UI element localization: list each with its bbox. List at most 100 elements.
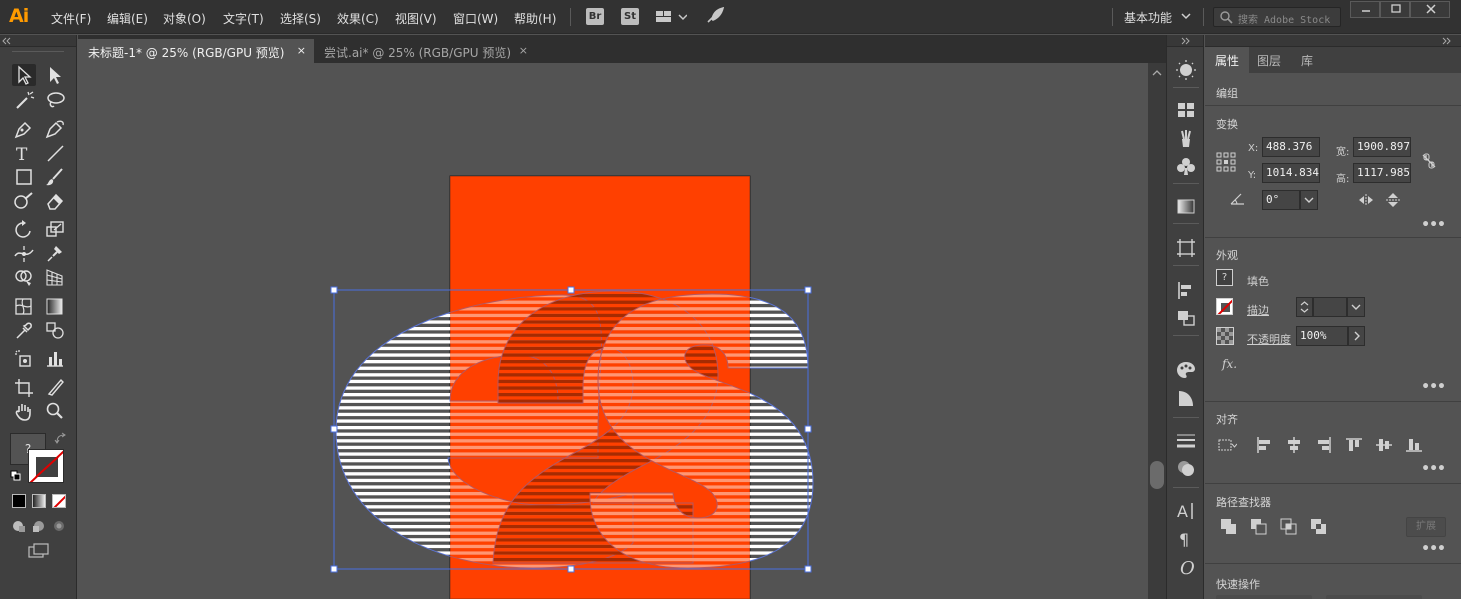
menu-type[interactable]: 文字(T) [223, 10, 264, 27]
perspective-grid-tool-icon[interactable] [43, 266, 67, 288]
stock-search-input[interactable]: 搜索 Adobe Stock [1213, 7, 1341, 27]
quick-action-button[interactable] [1326, 595, 1422, 599]
align-more-options[interactable]: ••• [1421, 461, 1446, 477]
unite-icon[interactable] [1219, 517, 1239, 537]
menu-view[interactable]: 视图(V) [395, 10, 437, 27]
tab-untitled-1[interactable]: 未标题-1* @ 25% (RGB/GPU 预览) × [78, 39, 314, 63]
reference-point-icon[interactable] [1216, 152, 1236, 175]
stroke-label[interactable]: 描边 [1247, 302, 1269, 318]
line-tool-icon[interactable] [43, 142, 67, 164]
draw-behind-icon[interactable] [31, 518, 47, 537]
align-to-selection-icon[interactable] [1217, 435, 1238, 455]
blend-tool-icon[interactable] [43, 319, 67, 341]
gradient-tool-icon[interactable] [43, 295, 67, 317]
quick-action-button[interactable] [1216, 595, 1312, 599]
menu-help[interactable]: 帮助(H) [514, 10, 556, 27]
none-mode-button[interactable] [52, 494, 66, 508]
expand-button[interactable]: 扩展 [1406, 517, 1446, 537]
zoom-tool-icon[interactable] [43, 400, 67, 422]
width-field[interactable]: 1900.897 [1353, 137, 1411, 157]
align-top-icon[interactable] [1344, 435, 1364, 455]
symbols-icon[interactable] [1174, 155, 1198, 177]
paragraph-panel-icon[interactable]: ¶ [1174, 527, 1198, 549]
stroke-weight-field[interactable] [1313, 297, 1347, 317]
eyedropper-tool-icon[interactable] [12, 319, 36, 341]
exclude-icon[interactable] [1309, 517, 1329, 537]
workspace-switcher[interactable]: 基本功能 [1124, 9, 1172, 26]
curvature-tool-icon[interactable] [43, 118, 67, 140]
opacity-field[interactable]: 100% [1296, 326, 1348, 346]
x-field[interactable]: 488.376 [1262, 137, 1320, 157]
swatches-icon[interactable] [1174, 99, 1198, 121]
draw-inside-icon[interactable] [51, 518, 67, 537]
maximize-button[interactable] [1380, 1, 1410, 18]
menu-window[interactable]: 窗口(W) [453, 10, 498, 27]
color-guide-icon[interactable] [1174, 59, 1198, 81]
fill-color-swatch[interactable]: ? [1216, 269, 1233, 286]
scrollbar-thumb[interactable] [1150, 461, 1164, 489]
align-vertical-center-icon[interactable] [1374, 435, 1394, 455]
lasso-tool-icon[interactable] [43, 89, 67, 111]
tab-attempt-ai[interactable]: 尝试.ai* @ 25% (RGB/GPU 预览) × [314, 39, 536, 63]
stroke-weight-stepper[interactable] [1296, 297, 1313, 317]
eraser-tool-icon[interactable] [43, 190, 67, 212]
shaper-tool-icon[interactable] [12, 190, 36, 212]
transform-more-options[interactable]: ••• [1421, 217, 1446, 233]
close-icon[interactable]: × [297, 44, 306, 57]
stroke-panel-icon[interactable] [1174, 429, 1198, 451]
transparency-icon[interactable] [1174, 387, 1198, 409]
effects-button[interactable]: fx. [1222, 357, 1237, 371]
intersect-icon[interactable] [1279, 517, 1299, 537]
pathfinder-panel-icon[interactable] [1174, 307, 1198, 329]
selection-tool-icon[interactable] [12, 64, 36, 86]
arrange-documents-icon[interactable] [655, 9, 688, 28]
align-bottom-icon[interactable] [1404, 435, 1424, 455]
artboard-tool-icon[interactable] [12, 376, 36, 398]
menu-edit[interactable]: 编辑(E) [107, 10, 148, 27]
rotation-dropdown[interactable] [1300, 190, 1318, 210]
stock-button[interactable]: St [621, 8, 639, 25]
artboards-panel-icon[interactable] [1174, 237, 1198, 259]
gradient-mode-button[interactable] [32, 494, 46, 508]
pen-tool-icon[interactable] [12, 118, 36, 140]
menu-select[interactable]: 选择(S) [280, 10, 321, 27]
hand-tool-icon[interactable] [12, 400, 36, 422]
brushes-icon[interactable] [1174, 127, 1198, 149]
width-tool-icon[interactable] [12, 242, 36, 264]
direct-selection-tool-icon[interactable] [43, 64, 67, 86]
character-panel-icon[interactable]: A [1174, 499, 1198, 521]
properties-panel-header[interactable] [1205, 35, 1461, 47]
stroke-color-swatch[interactable] [1216, 298, 1233, 315]
swap-fill-stroke-icon[interactable] [54, 432, 68, 449]
height-field[interactable]: 1117.985 [1353, 163, 1411, 183]
tab-layers[interactable]: 图层 [1247, 47, 1291, 73]
align-right-icon[interactable] [1314, 435, 1334, 455]
bridge-button[interactable]: Br [586, 8, 604, 25]
stroke-swatch[interactable] [28, 449, 64, 483]
tab-properties[interactable]: 属性 [1205, 47, 1250, 73]
artboard-canvas[interactable] [78, 63, 1148, 599]
close-window-button[interactable] [1410, 1, 1450, 18]
y-field[interactable]: 1014.834 [1262, 163, 1320, 183]
column-graph-tool-icon[interactable] [43, 347, 67, 369]
opentype-panel-icon[interactable]: O [1174, 555, 1198, 579]
opacity-label[interactable]: 不透明度 [1247, 331, 1291, 347]
chevron-down-icon[interactable] [1180, 10, 1192, 25]
minus-front-icon[interactable] [1249, 517, 1269, 537]
minimize-button[interactable] [1350, 1, 1380, 18]
align-panel-icon[interactable] [1174, 279, 1198, 301]
color-mode-button[interactable] [12, 494, 26, 508]
menu-object[interactable]: 对象(O) [163, 10, 206, 27]
scale-tool-icon[interactable] [43, 218, 67, 240]
magic-wand-tool-icon[interactable] [12, 89, 36, 111]
puppet-warp-tool-icon[interactable] [43, 242, 67, 264]
screen-mode-icon[interactable] [28, 543, 52, 562]
appearance-more-options[interactable]: ••• [1421, 379, 1446, 395]
draw-normal-icon[interactable] [11, 518, 27, 537]
rotation-field[interactable]: 0° [1262, 190, 1300, 210]
gradient-panel-icon[interactable] [1174, 195, 1198, 217]
stroke-weight-dropdown[interactable] [1347, 297, 1365, 317]
menu-file[interactable]: 文件(F) [51, 10, 91, 27]
pathfinder-more-options[interactable]: ••• [1421, 541, 1446, 557]
align-horizontal-center-icon[interactable] [1284, 435, 1304, 455]
